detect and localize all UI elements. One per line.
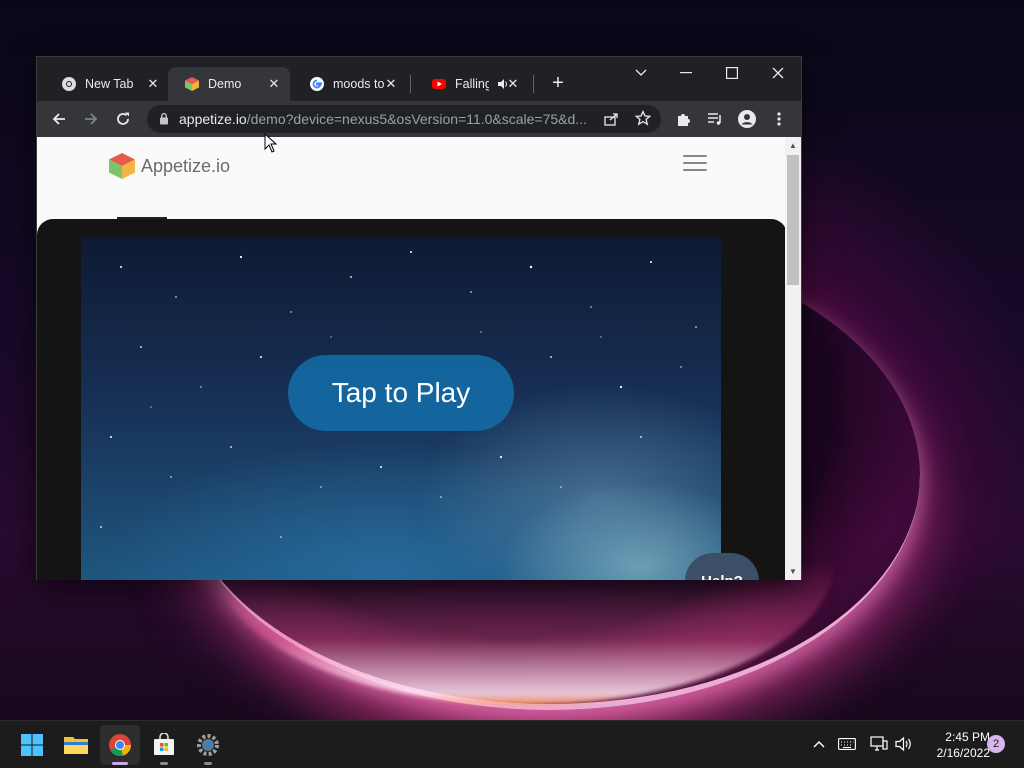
appetize-cube-icon <box>109 153 135 179</box>
share-icon[interactable] <box>603 111 619 132</box>
tab-youtube[interactable]: Falling ✕ <box>415 67 529 101</box>
back-arrow-icon <box>52 113 65 125</box>
site-logo[interactable]: Appetize.io <box>107 151 230 181</box>
close-icon <box>772 67 784 79</box>
tab-search-button[interactable] <box>619 61 663 85</box>
notification-badge[interactable]: 2 <box>987 735 1005 753</box>
url-text: appetize.io/demo?device=nexus5&osVersion… <box>179 111 587 127</box>
page-viewport: Appetize.io Tap to Play ▲ ▼ <box>37 137 801 580</box>
clock[interactable]: 2:45 PM 2/16/2022 <box>918 729 990 761</box>
tab-separator <box>410 75 411 93</box>
scroll-up-arrow-icon[interactable]: ▲ <box>789 141 797 150</box>
chrome-button[interactable] <box>100 725 140 765</box>
show-hidden-icons-button[interactable] <box>808 733 830 755</box>
device-screen[interactable]: Tap to Play <box>81 237 721 580</box>
tab-demo[interactable]: Demo ✕ <box>168 67 290 101</box>
lock-icon[interactable] <box>159 112 169 130</box>
mouse-cursor-icon <box>264 133 278 153</box>
file-explorer-icon <box>64 737 88 754</box>
speaker-icon <box>895 736 911 752</box>
clock-time: 2:45 PM <box>945 730 990 744</box>
scrollbar-thumb[interactable] <box>787 155 799 285</box>
reload-icon <box>117 112 129 125</box>
tab-title: Demo <box>208 77 242 91</box>
scroll-down-arrow-icon[interactable]: ▼ <box>789 567 797 576</box>
tab-title: Falling <box>455 77 489 91</box>
close-icon[interactable]: ✕ <box>145 76 161 92</box>
start-icon <box>21 734 43 756</box>
settings-button[interactable] <box>188 725 228 765</box>
chevron-up-icon <box>813 741 825 748</box>
youtube-icon <box>431 76 447 92</box>
appetize-cube-icon <box>184 76 200 92</box>
back-button[interactable] <box>45 105 73 133</box>
wallpaper-glow <box>215 560 835 705</box>
running-indicator <box>160 762 168 765</box>
tap-to-play-button[interactable]: Tap to Play <box>288 355 514 431</box>
media-control-button[interactable] <box>701 105 729 133</box>
chrome-icon <box>109 734 132 757</box>
reload-button[interactable] <box>109 105 137 133</box>
close-icon[interactable]: ✕ <box>383 76 399 92</box>
google-g-icon <box>309 76 325 92</box>
profile-button[interactable] <box>733 105 761 133</box>
tab-title: moods to <box>333 77 385 91</box>
puzzle-icon <box>678 114 690 126</box>
music-queue-icon <box>708 113 721 125</box>
tab-title: New Tab <box>85 77 134 91</box>
browser-window: New Tab ✕ Demo ✕ moods to ✕ Falling ✕ + … <box>36 56 802 580</box>
clock-date: 2/16/2022 <box>936 746 990 760</box>
device-frame: Tap to Play <box>37 219 787 580</box>
chevron-down-icon <box>635 69 647 76</box>
forward-button[interactable] <box>77 105 105 133</box>
minimize-button[interactable] <box>664 61 708 85</box>
microsoft-store-icon <box>154 733 174 755</box>
microsoft-store-button[interactable] <box>144 725 184 765</box>
running-indicator <box>204 762 212 765</box>
start-button[interactable] <box>12 725 52 765</box>
scrollbar[interactable]: ▲ ▼ <box>785 137 801 580</box>
minimize-icon <box>680 72 692 74</box>
maximize-icon <box>726 67 738 79</box>
touch-keyboard-button[interactable] <box>836 733 858 755</box>
more-vert-icon <box>777 112 781 126</box>
maximize-button[interactable] <box>710 61 754 85</box>
network-button[interactable] <box>868 733 890 755</box>
extensions-button[interactable] <box>669 105 697 133</box>
close-icon[interactable]: ✕ <box>505 76 521 92</box>
tab-strip: New Tab ✕ Demo ✕ moods to ✕ Falling ✕ + <box>37 57 801 101</box>
hamburger-menu-icon[interactable] <box>683 155 707 171</box>
profile-avatar-icon <box>738 110 756 128</box>
forward-arrow-icon <box>85 113 98 125</box>
close-icon[interactable]: ✕ <box>266 76 282 92</box>
active-indicator <box>112 762 128 765</box>
taskbar: 2:45 PM 2/16/2022 2 <box>0 720 1024 768</box>
tab-google-search[interactable]: moods to ✕ <box>293 67 407 101</box>
tab-separator <box>533 75 534 93</box>
bookmark-star-icon[interactable] <box>634 109 652 131</box>
address-bar[interactable]: appetize.io/demo?device=nexus5&osVersion… <box>147 105 661 133</box>
keyboard-icon <box>838 738 856 750</box>
brand-name: Appetize.io <box>141 155 231 176</box>
chrome-icon <box>61 76 77 92</box>
tab-new-tab[interactable]: New Tab ✕ <box>45 67 169 101</box>
settings-icon <box>197 734 219 756</box>
new-tab-button[interactable]: + <box>545 71 571 97</box>
browser-toolbar: appetize.io/demo?device=nexus5&osVersion… <box>37 101 801 137</box>
network-icon <box>870 736 888 751</box>
menu-button[interactable] <box>765 105 793 133</box>
close-window-button[interactable] <box>756 61 800 85</box>
volume-button[interactable] <box>893 733 915 755</box>
file-explorer-button[interactable] <box>56 725 96 765</box>
